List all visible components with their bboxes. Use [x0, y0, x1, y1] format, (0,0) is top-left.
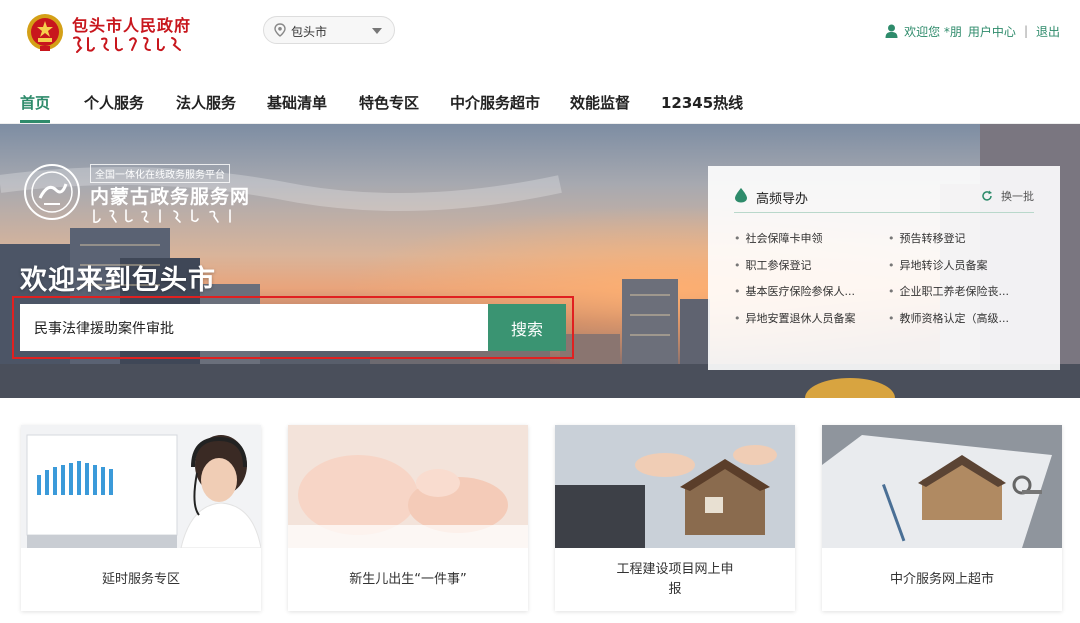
hot-panel-divider: [734, 212, 1034, 213]
hot-item[interactable]: 社会保障卡申领: [734, 230, 874, 246]
chevron-down-icon: [372, 28, 382, 34]
portal-logo-icon[interactable]: [22, 162, 82, 222]
welcome-title: 欢迎来到包头市: [20, 265, 216, 296]
hot-services-title: 高频导办: [756, 192, 809, 207]
hot-item[interactable]: 企业职工养老保险丧...: [888, 283, 1028, 299]
nav-item-intermediary-market[interactable]: 中介服务超市: [450, 92, 540, 113]
nav-item-basic-list[interactable]: 基础清单: [267, 92, 327, 113]
logout-link[interactable]: 退出: [1036, 23, 1060, 40]
portal-tagline: 全国一体化在线政务服务平台: [90, 164, 230, 183]
card-label: 中介服务网上超市: [889, 571, 994, 587]
hot-item[interactable]: 异地安置退休人员备案: [734, 310, 874, 326]
newborn-image: [288, 425, 528, 548]
location-pin-icon: [274, 23, 286, 37]
hot-item[interactable]: 教师资格认定（高级...: [888, 310, 1028, 326]
hero-banner: 全国一体化在线政务服务平台 内蒙古政务服务网 欢迎来到包头市 搜索 高频导办 换…: [0, 124, 1080, 398]
mongolian-script-title: [73, 36, 181, 53]
card-label: 工程建设项目网上申报: [616, 561, 734, 597]
refresh-label: 换一批: [1001, 190, 1034, 203]
hot-item[interactable]: 职工参保登记: [734, 257, 874, 273]
header: 包头市人民政府 包头市 欢迎您 *朋 用户中心 | 退出: [0, 0, 1080, 64]
nav-item-home[interactable]: 首页: [20, 92, 50, 113]
hot-item[interactable]: 基本医疗保险参保人...: [734, 283, 874, 299]
nav-item-efficiency-supervision[interactable]: 效能监督: [570, 92, 630, 113]
main-nav: 首页 个人服务 法人服务 基础清单 特色专区 中介服务超市 效能监督 12345…: [0, 84, 1080, 124]
user-center-link[interactable]: 用户中心: [968, 23, 1016, 40]
service-card-newborn[interactable]: 新生儿出生“一件事”: [288, 425, 528, 611]
nav-item-special-zone[interactable]: 特色专区: [359, 92, 419, 113]
site-title[interactable]: 包头市人民政府: [72, 12, 191, 36]
service-card-construction[interactable]: 工程建设项目网上申报: [555, 425, 795, 611]
city-select[interactable]: 包头市: [263, 16, 395, 44]
card-label: 新生儿出生“一件事”: [349, 571, 467, 587]
search-input[interactable]: [20, 304, 488, 351]
nav-item-hotline[interactable]: 12345热线: [661, 92, 743, 113]
hot-item[interactable]: 预告转移登记: [888, 230, 1028, 246]
hot-services-panel: 高频导办 换一批 社会保障卡申领 预告转移登记 职工参保登记 异地转诊人员备案 …: [708, 166, 1060, 370]
search-button[interactable]: 搜索: [488, 304, 566, 351]
intermediary-market-image: [822, 425, 1062, 548]
portal-name[interactable]: 内蒙古政务服务网: [90, 182, 250, 209]
construction-project-image: [555, 425, 795, 548]
user-icon: [885, 24, 898, 38]
header-separator: |: [1023, 24, 1028, 38]
hot-item[interactable]: 异地转诊人员备案: [888, 257, 1028, 273]
welcome-text: 欢迎您 *朋: [904, 24, 962, 39]
refresh-icon: [982, 190, 992, 201]
nav-item-personal-services[interactable]: 个人服务: [84, 92, 144, 113]
refresh-button[interactable]: 换一批: [981, 188, 1034, 204]
mongolian-script-portal: [93, 209, 231, 223]
drop-icon: [735, 188, 747, 203]
card-label: 延时服务专区: [101, 571, 180, 587]
user-area: 欢迎您 *朋 用户中心 | 退出: [885, 22, 1060, 40]
nav-item-corporate-services[interactable]: 法人服务: [176, 92, 236, 113]
city-select-value: 包头市: [291, 25, 328, 39]
service-card-extended-hours[interactable]: 延时服务专区: [21, 425, 261, 611]
call-center-image: [21, 425, 261, 548]
service-card-intermediary[interactable]: 中介服务网上超市: [822, 425, 1062, 611]
national-emblem-icon[interactable]: [26, 12, 64, 52]
